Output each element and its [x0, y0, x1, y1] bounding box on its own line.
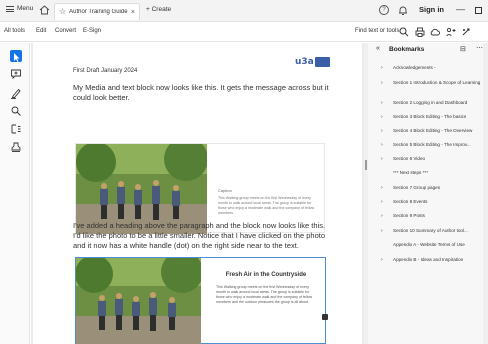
card1-caption-body: This Walking group meets on the first We… [218, 196, 315, 215]
u3a-logo-text: u3a [295, 57, 314, 67]
hamburger-icon [6, 5, 14, 12]
bell-icon[interactable] [398, 5, 408, 16]
convert-button[interactable]: Convert [55, 28, 76, 34]
expand-chevron-icon[interactable]: › [381, 156, 383, 162]
card2-heading: Fresh Air in the Countryside [225, 272, 307, 278]
cloud-save-icon[interactable] [430, 27, 440, 37]
find-tools-button[interactable]: Find text or tools [355, 28, 399, 34]
bookmark-label: Appendix A - Website Terms of Use [393, 242, 465, 247]
draw-icon[interactable] [10, 105, 22, 117]
expand-chevron-icon[interactable]: › [381, 80, 383, 86]
document-tab[interactable]: ☆ Author Training Guide 3 × [54, 3, 140, 20]
bookmark-label: Section 8 Events [393, 199, 428, 204]
minimize-window-icon[interactable]: — [456, 4, 465, 14]
create-label: Create [151, 6, 172, 13]
media-text-block-original: Caption This Walking group meets on the … [75, 143, 325, 234]
expand-chevron-icon[interactable]: › [381, 100, 383, 106]
highlight-pen-icon[interactable] [10, 87, 22, 99]
title-bar: Menu ☆ Author Training Guide 3 × + Creat… [0, 0, 488, 22]
expand-chevron-icon[interactable]: › [381, 199, 383, 205]
close-tab-icon[interactable]: × [131, 9, 135, 16]
create-button[interactable]: + Create [146, 6, 171, 13]
stamp-icon[interactable] [10, 141, 22, 153]
bookmarks-panel: « Bookmarks ⊟ ⋯ › Acknowledgements - › Sect… [368, 43, 488, 344]
select-tool[interactable] [10, 50, 22, 62]
bookmark-label: Acknowledgements - [393, 65, 436, 70]
expand-chevron-icon[interactable]: › [381, 142, 383, 148]
text-recognition-icon[interactable] [10, 123, 22, 135]
document-viewport[interactable]: First Draft January 2024 u3a My Media an… [31, 43, 364, 344]
cursor-icon [14, 53, 20, 62]
document-page: First Draft January 2024 u3a My Media an… [33, 43, 362, 344]
walkers-photo-resizable[interactable] [76, 258, 201, 344]
card2-body: This Walking group meets on the first We… [216, 285, 313, 304]
add-comment-icon[interactable] [10, 68, 22, 80]
u3a-logo-mark [314, 57, 330, 67]
bookmark-label: Section 10 Summary of Author tool... [393, 228, 468, 233]
help-icon[interactable]: ? [379, 5, 389, 15]
expand-chevron-icon[interactable]: › [381, 185, 383, 191]
home-icon[interactable] [39, 5, 50, 15]
bookmark-label: Section 3 Block Editing - The basics [393, 114, 467, 119]
expand-chevron-icon[interactable]: › [381, 257, 383, 263]
resize-handle[interactable] [322, 314, 328, 320]
menu-label: Menu [17, 5, 34, 12]
bookmark-label: Section 4 Block Editing - The Overview [393, 128, 473, 133]
paragraph-heading-added: I've added a heading above the paragraph… [73, 221, 326, 250]
draft-date: First Draft January 2024 [73, 68, 138, 74]
media-text-block-selected[interactable]: Fresh Air in the Countryside This Walkin… [75, 257, 328, 344]
u3a-logo: u3a [295, 56, 330, 68]
bookmark-label: Section 5 Block Editing - The Improv... [393, 142, 471, 147]
bookmark-label: Section 2 Logging in and Dashboard [393, 100, 468, 105]
bookmarks-title: Bookmarks [389, 46, 425, 53]
esign-button[interactable]: E-Sign [83, 28, 101, 34]
paragraph-media-text: My Media and text block now looks like t… [73, 83, 329, 102]
tab-title: Author Training Guide 3 [69, 9, 128, 15]
bookmark-label: Section 6 Video [393, 156, 426, 161]
maximize-window-icon[interactable] [475, 7, 482, 14]
all-tools-button[interactable]: All tools [4, 28, 25, 34]
expand-chevron-icon[interactable]: › [381, 213, 383, 219]
splitter-grip[interactable] [365, 160, 367, 170]
search-icon[interactable] [399, 27, 409, 37]
more-options-icon[interactable]: ⋯ [476, 44, 483, 52]
edit-button[interactable]: Edit [36, 28, 46, 34]
bookmark-label: Section 7 Group pages [393, 185, 440, 190]
bookmark-label: Section 9 Posts [393, 213, 425, 218]
menu-button[interactable]: Menu [6, 5, 33, 12]
right-panel-rail [483, 43, 488, 344]
ai-assistant-icon[interactable] [461, 27, 471, 37]
bookmark-options-icon[interactable]: ⊟ [460, 45, 466, 53]
bookmark-label: *** Next steps *** [393, 170, 428, 175]
expand-chevron-icon[interactable]: › [381, 228, 383, 234]
bookmark-label: Section 1 Introduction & Scope of Learni… [393, 80, 481, 85]
expand-chevron-icon[interactable]: › [381, 128, 383, 134]
main-toolbar: All tools Edit Convert E-Sign Find text … [0, 22, 488, 42]
print-icon[interactable] [415, 27, 425, 37]
bookmark-label: Appendix B - Ideas and Inspiration [393, 257, 464, 262]
card1-caption-title: Caption [218, 188, 232, 193]
sign-in-button[interactable]: Sign in [419, 5, 444, 14]
share-icon[interactable] [446, 27, 456, 37]
collapse-panel-icon[interactable]: « [376, 45, 380, 52]
expand-chevron-icon[interactable]: › [381, 65, 383, 71]
expand-chevron-icon[interactable]: › [381, 114, 383, 120]
bookmarks-header: « Bookmarks ⊟ ⋯ [368, 43, 488, 57]
tool-rail [0, 43, 30, 344]
star-icon[interactable]: ☆ [59, 8, 66, 16]
